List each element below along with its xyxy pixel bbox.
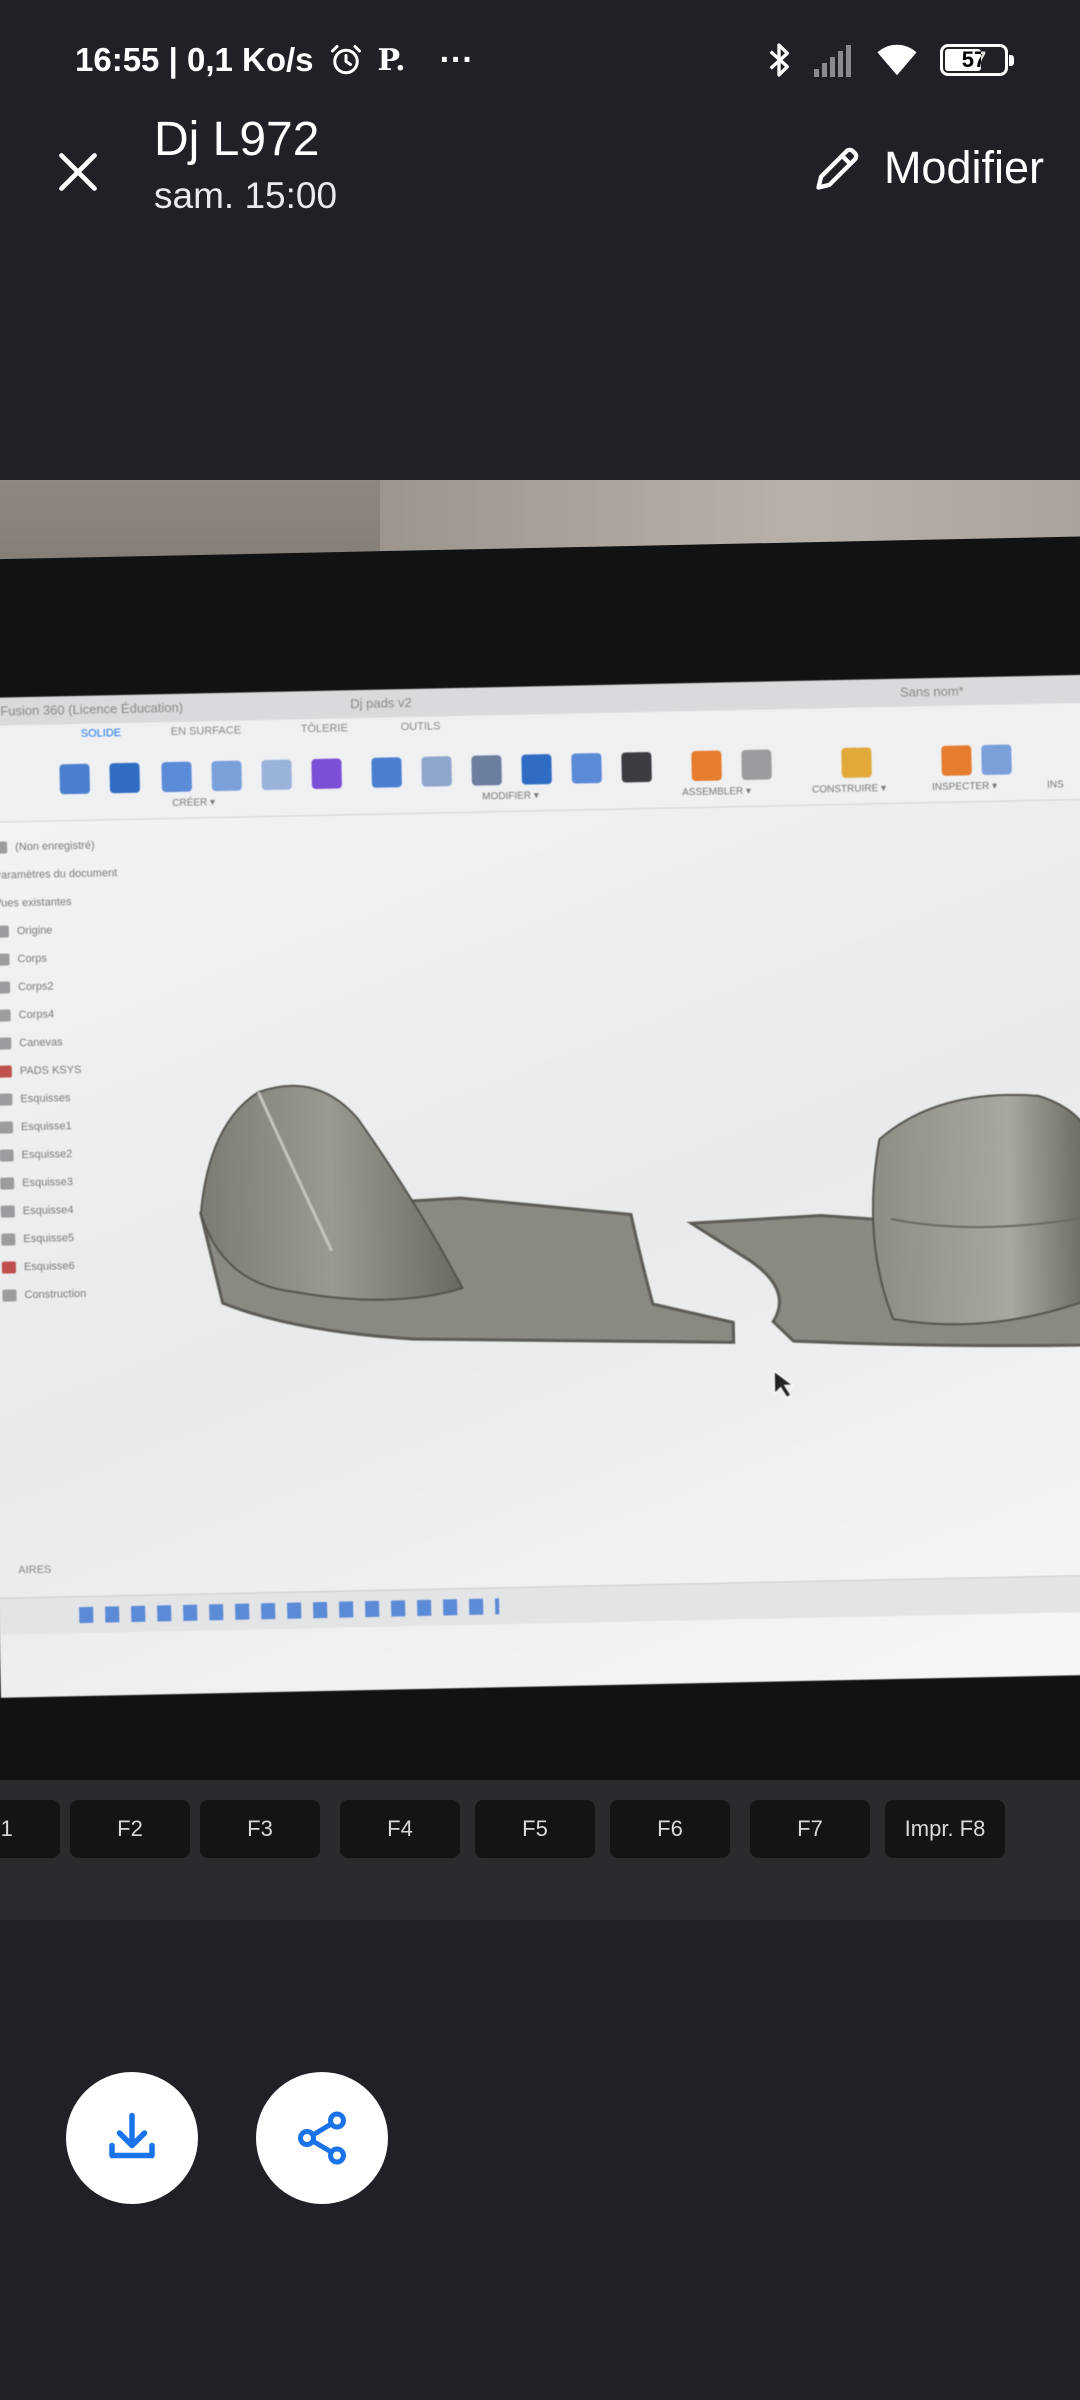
alarm-icon [330,45,361,75]
share-button[interactable] [256,2072,388,2204]
status-more-icon: ··· [439,40,474,79]
timeline-icons [79,1598,500,1624]
edit-label: Modifier [883,142,1044,193]
download-icon [109,2112,155,2159]
photo-title: Dj L972 [154,113,320,166]
key-f2: F2 [70,1800,190,1858]
wifi-icon [877,44,917,76]
status-bar: 16:55 | 0,1 Ko/s P. ··· 57 [0,0,1080,118]
bluetooth-icon [769,43,789,77]
cad-model [198,1084,1080,1398]
photo-date: sam. 15:00 [154,175,338,216]
close-button[interactable] [46,140,110,204]
comments-label: AIRES [18,1563,52,1577]
download-button[interactable] [66,2072,198,2204]
status-left: 16:55 | 0,1 Ko/s P. ··· [75,36,474,84]
edit-button[interactable]: Modifier [812,136,1044,200]
key-f5: F5 [475,1800,595,1858]
key-f6: F6 [610,1800,730,1858]
close-icon [59,153,97,191]
laptop-screen: Fusion 360 (Licence Éducation) Dj pads v… [0,674,1080,1698]
status-p-icon: P. [377,42,406,78]
key-f3: F3 [200,1800,320,1858]
right-pad-knob [871,1093,1080,1326]
key-f7: F7 [750,1800,870,1858]
status-right: 57 [766,36,1014,84]
photo-image[interactable]: Fusion 360 (Licence Éducation) Dj pads v… [0,480,1080,1920]
key-f8: Impr. F8 [885,1800,1005,1858]
pencil-icon [816,147,859,190]
mouse-cursor [773,1370,795,1398]
left-pad-knob [199,1084,464,1301]
battery-level: 57 [961,47,987,72]
key-f1: F1 [0,1800,60,1858]
title-block: Dj L972 sam. 15:00 [154,108,337,220]
key-f4: F4 [340,1800,460,1858]
keyboard: F1 F2 F3 F4 F5 F6 F7 Impr. F8 [0,1780,1080,1920]
share-icon [298,2111,346,2165]
status-time-speed: 16:55 | 0,1 Ko/s [75,41,314,78]
battery-icon: 57 [940,44,1014,76]
signal-icon [814,45,851,77]
